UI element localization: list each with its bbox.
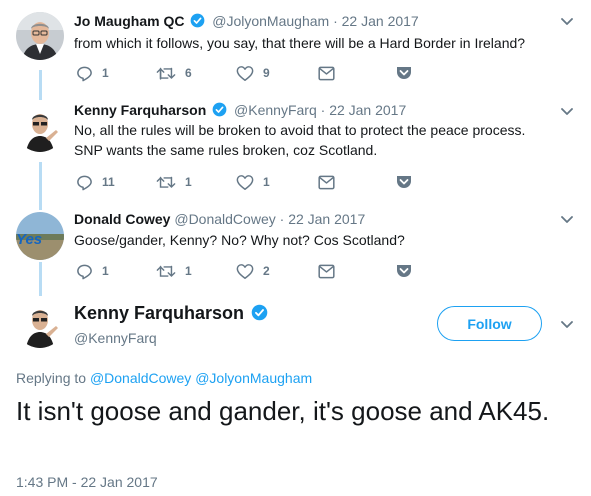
message-button[interactable] (318, 261, 335, 281)
author-handle[interactable]: @KennyFarq (74, 329, 157, 347)
author-name[interactable]: Kenny Farquharson (74, 102, 206, 118)
message-button[interactable] (318, 172, 335, 192)
verified-icon (212, 102, 227, 117)
reply-count: 11 (102, 175, 115, 189)
reply-icon (77, 264, 92, 279)
tweet-text: from which it follows, you say, that the… (74, 35, 526, 51)
replying-prefix: Replying to (16, 370, 87, 386)
reply-icon (77, 66, 92, 81)
author-handle[interactable]: @KennyFarq (234, 102, 317, 118)
thread-line (39, 162, 42, 210)
like-button[interactable]: 2 (236, 261, 270, 281)
author-handle[interactable]: @JolyonMaugham (212, 13, 329, 29)
chevron-down-icon[interactable] (561, 321, 573, 329)
chevron-down-icon[interactable] (561, 18, 573, 26)
message-icon (318, 66, 335, 80)
tweet-text: No, all the rules will be broken to avoi… (74, 122, 526, 158)
tweet-header: Jo Maugham QC @JolyonMaugham · 22 Jan 20… (74, 12, 419, 30)
like-count: 2 (263, 264, 270, 278)
author-name[interactable]: Donald Cowey (74, 211, 170, 227)
avatar[interactable] (16, 300, 64, 348)
pocket-icon (397, 265, 411, 277)
reply-icon (77, 175, 92, 190)
retweet-button[interactable]: 1 (156, 172, 192, 192)
avatar[interactable]: Yes (16, 212, 64, 260)
author-name[interactable]: Jo Maugham QC (74, 13, 184, 29)
message-icon (318, 175, 335, 189)
tweet-header: Kenny Farquharson @KennyFarq · 22 Jan 20… (74, 101, 406, 119)
reply-button[interactable]: 1 (76, 261, 109, 281)
retweet-button[interactable]: 6 (156, 63, 192, 83)
tweet-text: It isn't goose and gander, it's goose an… (16, 396, 550, 426)
like-icon (236, 263, 254, 279)
message-button[interactable] (318, 63, 335, 83)
thread-line (39, 70, 42, 100)
pocket-button[interactable] (396, 261, 412, 281)
reply-button[interactable]: 1 (76, 63, 109, 83)
avatar[interactable] (16, 12, 64, 60)
tweet-date[interactable]: 22 Jan 2017 (288, 211, 365, 227)
author-name[interactable]: Kenny Farquharson (74, 302, 271, 324)
chevron-down-icon[interactable] (561, 216, 573, 224)
retweet-icon (156, 67, 176, 80)
tweet-actions: 1 6 9 (74, 63, 414, 83)
tweet-header: Donald Cowey @DonaldCowey · 22 Jan 2017 (74, 210, 365, 228)
chevron-down-icon[interactable] (561, 108, 573, 116)
separator: · (333, 13, 338, 29)
author-handle[interactable]: @DonaldCowey (174, 211, 275, 227)
like-count: 1 (263, 175, 270, 189)
verified-icon (190, 13, 205, 28)
verified-icon (251, 304, 268, 321)
author-name-text[interactable]: Kenny Farquharson (74, 303, 244, 323)
retweet-count: 1 (185, 264, 192, 278)
tweet-actions: 11 1 1 (74, 172, 414, 192)
mention-link[interactable]: @JolyonMaugham (195, 370, 312, 386)
separator: · (279, 211, 285, 227)
like-icon (236, 65, 254, 81)
replying-to: Replying to @DonaldCowey @JolyonMaugham (16, 369, 312, 387)
retweet-count: 1 (185, 175, 192, 189)
avatar-text: Yes (16, 231, 42, 248)
retweet-count: 6 (185, 66, 192, 80)
thread-line (39, 262, 42, 296)
reply-button[interactable]: 11 (76, 172, 115, 192)
like-button[interactable]: 1 (236, 172, 270, 192)
like-button[interactable]: 9 (236, 63, 270, 83)
retweet-icon (156, 176, 176, 188)
tweet-text: Goose/gander, Kenny? No? Why not? Cos Sc… (74, 232, 405, 248)
pocket-button[interactable] (396, 63, 412, 83)
retweet-icon (156, 265, 176, 277)
pocket-button[interactable] (396, 172, 412, 192)
pocket-icon (397, 67, 411, 79)
tweet-actions: 1 1 2 (74, 261, 414, 281)
pocket-icon (397, 176, 411, 188)
avatar[interactable] (16, 104, 64, 152)
tweet-date[interactable]: 22 Jan 2017 (329, 102, 406, 118)
reply-count: 1 (102, 264, 109, 278)
like-icon (236, 174, 254, 190)
separator: · (320, 102, 326, 118)
tweet-timestamp[interactable]: 1:43 PM - 22 Jan 2017 (16, 473, 158, 491)
like-count: 9 (263, 66, 270, 80)
reply-count: 1 (102, 66, 109, 80)
retweet-button[interactable]: 1 (156, 261, 192, 281)
follow-button[interactable]: Follow (437, 306, 542, 341)
mention-link[interactable]: @DonaldCowey (90, 370, 191, 386)
message-icon (318, 264, 335, 278)
tweet-date[interactable]: 22 Jan 2017 (342, 13, 419, 29)
